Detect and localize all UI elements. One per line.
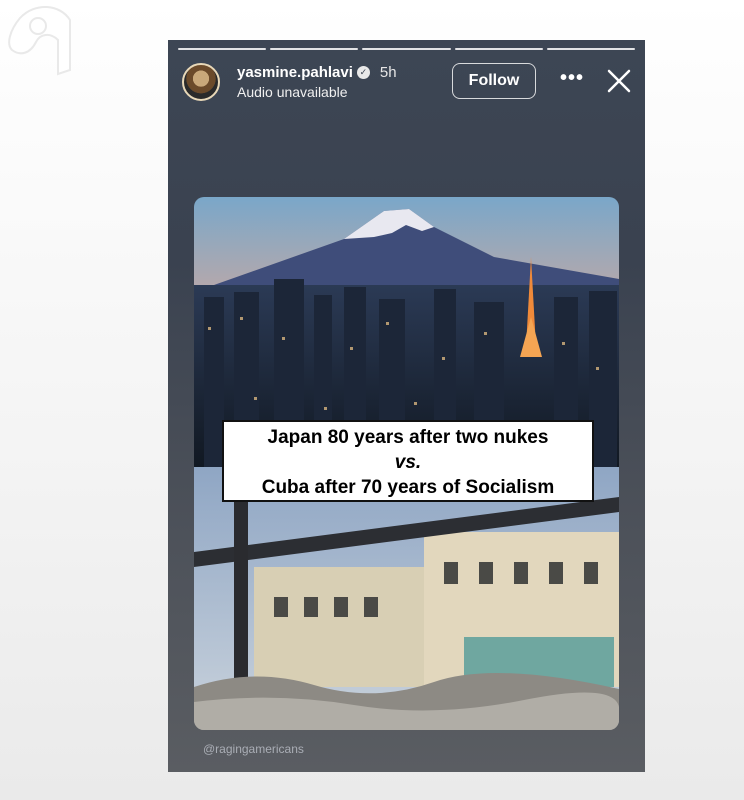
corner-logo-icon <box>8 5 71 76</box>
progress-segment <box>454 48 543 50</box>
story-progress-bar <box>178 48 636 50</box>
source-watermark: @ragingamericans <box>203 742 304 756</box>
post-image: Japan 80 years after two nukes vs. Cuba … <box>194 197 619 730</box>
audio-status: Audio unavailable <box>237 84 348 100</box>
caption-line-1: Japan 80 years after two nukes <box>267 427 549 448</box>
more-options-icon[interactable]: ••• <box>560 67 584 90</box>
verified-badge-icon: ✓ <box>356 66 370 79</box>
caption-line-2: vs. <box>394 452 422 473</box>
avatar[interactable] <box>182 63 220 101</box>
follow-button[interactable]: Follow <box>452 63 536 99</box>
story-header-user[interactable]: yasmine.pahlavi ✓ 5h <box>237 64 397 81</box>
close-icon[interactable] <box>605 67 633 95</box>
progress-segment <box>178 48 267 50</box>
progress-segment <box>546 48 636 50</box>
post-caption-box: Japan 80 years after two nukes vs. Cuba … <box>222 420 594 502</box>
story-viewer[interactable]: yasmine.pahlavi ✓ 5h Audio unavailable F… <box>168 40 645 772</box>
username[interactable]: yasmine.pahlavi <box>237 64 353 81</box>
post-time: 5h <box>379 64 397 81</box>
progress-segment <box>362 48 451 50</box>
progress-segment <box>270 48 359 50</box>
caption-line-3: Cuba after 70 years of Socialism <box>261 477 555 498</box>
